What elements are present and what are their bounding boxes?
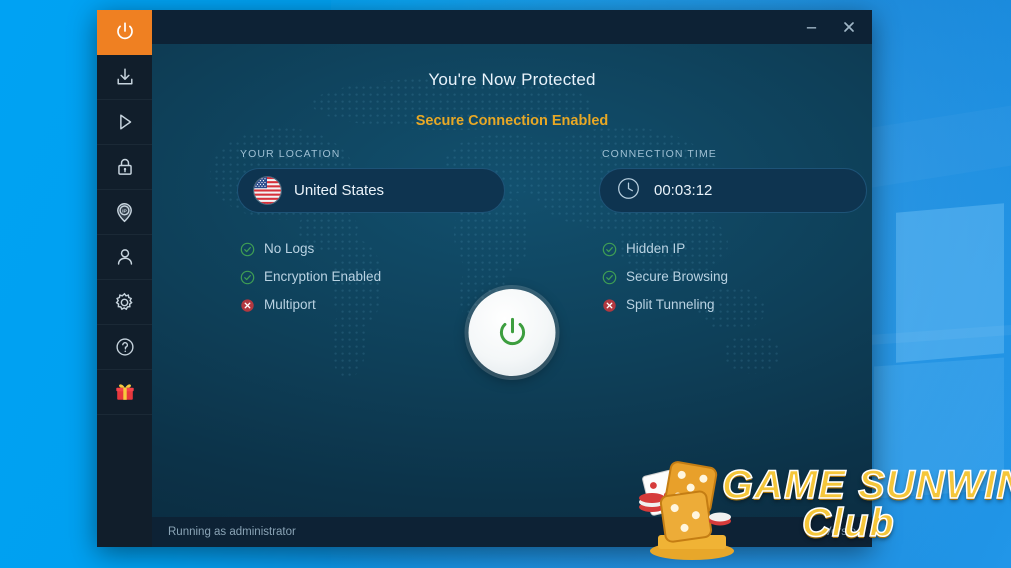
download-icon — [114, 66, 136, 88]
sidebar-item-ip-address[interactable]: IP — [97, 190, 152, 235]
feature-label: Hidden IP — [626, 241, 686, 257]
user-icon — [114, 246, 136, 268]
sidebar-item-security[interactable] — [97, 145, 152, 190]
feature-item: Split Tunneling — [602, 291, 867, 319]
cross-circle-icon — [602, 298, 617, 313]
vpn-application-window: IP You're Now Protected Secure Connectio… — [97, 10, 872, 547]
lock-icon — [114, 156, 136, 178]
check-circle-icon — [240, 242, 255, 257]
close-button[interactable] — [830, 13, 868, 41]
help-icon — [114, 336, 136, 358]
sidebar-item-connect[interactable] — [97, 10, 152, 55]
us-flag-icon — [254, 177, 281, 204]
admin-status-text: Running as administrator — [168, 526, 296, 538]
gift-icon — [113, 380, 137, 404]
ip-pin-icon: IP — [113, 201, 136, 224]
feature-item: Hidden IP — [602, 235, 867, 263]
location-selector[interactable]: United States — [237, 168, 505, 213]
feature-item: Multiport — [240, 291, 505, 319]
connection-time-label: CONNECTION TIME — [602, 148, 717, 160]
main-stage: You're Now Protected Secure Connection E… — [152, 44, 872, 517]
feature-label: No Logs — [264, 241, 315, 257]
clock-icon — [616, 176, 641, 206]
connection-time-column: CONNECTION TIME 00:03:12 Hidden IP Secur… — [599, 148, 867, 319]
feature-item: Encryption Enabled — [240, 263, 505, 291]
connection-time-value: 00:03:12 — [654, 182, 713, 199]
page-title: You're Now Protected — [428, 70, 596, 89]
sidebar-item-streaming[interactable] — [97, 100, 152, 145]
minimize-icon — [806, 26, 816, 29]
power-icon — [113, 20, 137, 44]
power-icon — [499, 317, 525, 345]
connection-time-display: 00:03:12 — [599, 168, 867, 213]
sidebar-item-download[interactable] — [97, 55, 152, 100]
titlebar — [152, 10, 872, 44]
features-left: No Logs Encryption Enabled Multiport — [237, 235, 505, 319]
feature-label: Split Tunneling — [626, 297, 715, 313]
location-label: YOUR LOCATION — [240, 148, 341, 160]
stage-content: You're Now Protected Secure Connection E… — [152, 44, 872, 517]
cross-circle-icon — [240, 298, 255, 313]
connection-status-text: Secure Connection Enabled — [415, 113, 609, 129]
close-icon — [844, 22, 854, 32]
version-text: Versio — [824, 526, 856, 538]
check-circle-icon — [602, 270, 617, 285]
sidebar: IP — [97, 10, 152, 547]
connect-power-button[interactable] — [468, 289, 556, 376]
sidebar-item-settings[interactable] — [97, 280, 152, 325]
window-body: You're Now Protected Secure Connection E… — [152, 10, 872, 547]
feature-label: Secure Browsing — [626, 269, 729, 285]
feature-label: Multiport — [264, 297, 316, 313]
feature-item: No Logs — [240, 235, 505, 263]
features-right: Hidden IP Secure Browsing Split Tunnelin… — [599, 235, 867, 319]
feature-label: Encryption Enabled — [264, 269, 382, 285]
location-column: YOUR LOCATION United States No Logs Encr… — [237, 148, 505, 319]
check-circle-icon — [240, 270, 255, 285]
play-icon — [114, 111, 136, 133]
minimize-button[interactable] — [792, 13, 830, 41]
sidebar-item-rewards[interactable] — [97, 370, 152, 415]
location-value: United States — [294, 182, 385, 199]
statusbar: Running as administrator Versio — [152, 517, 872, 547]
sidebar-item-account[interactable] — [97, 235, 152, 280]
sidebar-item-help[interactable] — [97, 325, 152, 370]
check-circle-icon — [602, 242, 617, 257]
gear-icon — [113, 291, 136, 314]
svg-text:IP: IP — [122, 208, 127, 214]
feature-item: Secure Browsing — [602, 263, 867, 291]
